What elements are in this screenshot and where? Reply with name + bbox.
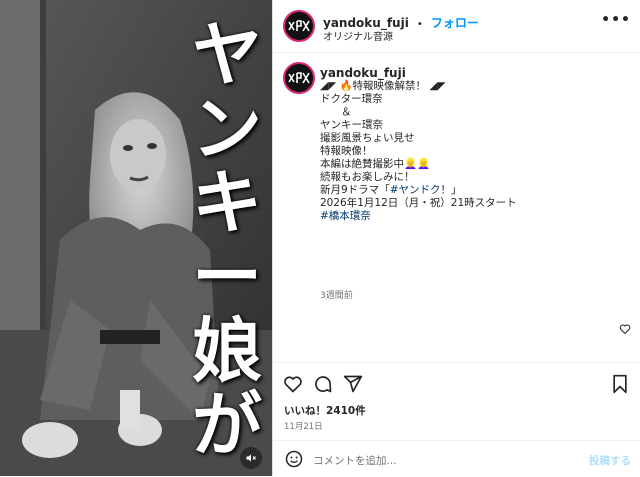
caption-line: ＆	[320, 106, 352, 118]
more-options-button[interactable]: •••	[601, 12, 631, 28]
follow-button[interactable]: フォロー	[431, 16, 479, 30]
caption-avatar[interactable]	[283, 62, 315, 94]
caption-line: 本編は絶賛撮影中👱‍♀️👱‍♀️	[320, 158, 431, 170]
comment-button[interactable]	[313, 374, 333, 398]
actions-divider	[273, 362, 640, 364]
caption-drama-suffix: ！」	[440, 184, 462, 196]
caption-time-ago: 3週間前	[320, 291, 353, 301]
caption-date-line: 2026年1月12日（月・祝）21時スタート	[320, 197, 517, 209]
post-comment-button[interactable]: 投稿する	[589, 453, 631, 468]
hashtag-link[interactable]: #ヤンドク	[390, 184, 441, 196]
video-title-char: ン	[192, 87, 262, 170]
more-horizontal-icon: •••	[601, 12, 631, 28]
video-title-char: キ	[192, 161, 262, 244]
heart-icon	[284, 376, 302, 393]
caption-line: 特報映像！	[320, 145, 373, 157]
post-side-panel: yandoku_fuji • フォロー オリジナル音源 ••• yandoku_…	[272, 0, 640, 476]
brand-logo-icon	[288, 72, 310, 84]
avatar[interactable]	[283, 10, 315, 42]
caption-text: ◢◤ 🔥特報映像解禁！ ◢◤ ドクター環奈 ＆ ヤンキー環奈 撮影風景ちょい見せ…	[320, 80, 620, 223]
comment-icon	[315, 376, 332, 393]
header-separator: •	[416, 19, 423, 30]
like-button[interactable]	[283, 374, 303, 398]
video-title-char: ー	[192, 235, 262, 318]
emoji-icon	[285, 450, 303, 468]
hashtag-link[interactable]: #橋本環奈	[320, 210, 620, 223]
caption-line: 続報もお楽しみに！	[320, 171, 415, 183]
caption-like-button[interactable]	[619, 320, 631, 339]
brand-logo-icon	[288, 20, 310, 32]
caption-line: ヤンキー環奈	[320, 119, 383, 131]
speaker-muted-icon	[246, 454, 256, 462]
caption-username[interactable]: yandoku_fuji	[320, 66, 406, 80]
video-title-char: ヤ	[192, 13, 262, 96]
bookmark-icon	[613, 374, 627, 394]
caption-line: ◢◤ 🔥特報映像解禁！ ◢◤	[320, 80, 446, 92]
caption-drama-prefix: 新月9ドラマ「	[320, 184, 390, 196]
caption-line: 撮影風景ちょい見せ	[320, 132, 415, 144]
video-title-char: 娘	[192, 309, 262, 392]
video-title-overlay: ヤ ン キ ー 娘 が	[186, 18, 268, 462]
comment-bar: コメントを追加... 投稿する	[273, 440, 640, 477]
heart-icon	[619, 324, 631, 335]
mute-button[interactable]	[240, 447, 262, 469]
comment-input[interactable]: コメントを追加...	[313, 453, 397, 468]
emoji-button[interactable]	[285, 450, 303, 472]
save-button[interactable]	[611, 374, 629, 398]
share-button[interactable]	[343, 374, 363, 398]
post-header: yandoku_fuji • フォロー オリジナル音源 •••	[273, 0, 640, 53]
share-icon	[343, 375, 363, 393]
post-media-video[interactable]: ヤ ン キ ー 娘 が	[0, 0, 272, 476]
audio-label[interactable]: オリジナル音源	[323, 28, 393, 43]
caption-drama-line: 新月9ドラマ「#ヤンドク！」	[320, 184, 620, 197]
like-count[interactable]: いいね！2410件	[284, 403, 366, 418]
post-date: 11月21日	[284, 422, 323, 432]
caption-line: ドクター環奈	[320, 93, 383, 105]
